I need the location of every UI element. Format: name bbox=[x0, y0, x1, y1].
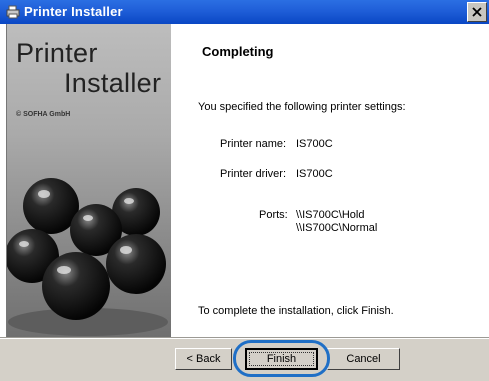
printer-name-value: IS700C bbox=[296, 138, 333, 150]
printer-installer-icon bbox=[6, 5, 20, 19]
finish-highlight-annotation bbox=[233, 340, 330, 377]
window-title: Printer Installer bbox=[24, 4, 123, 19]
branding-panel: Printer Installer © SOFHA GmbH bbox=[6, 24, 171, 337]
title-bar[interactable]: Printer Installer bbox=[0, 0, 489, 24]
page-heading: Completing bbox=[202, 44, 274, 59]
installer-window: Printer Installer Printer Installer © SO… bbox=[0, 0, 489, 381]
port-hold: \\IS700C\Hold bbox=[296, 209, 365, 221]
cancel-button[interactable]: Cancel bbox=[327, 348, 400, 370]
close-button[interactable] bbox=[467, 2, 487, 22]
spheres-illustration bbox=[6, 178, 168, 336]
brand-title-line2: Installer bbox=[64, 68, 162, 98]
intro-text: You specified the following printer sett… bbox=[198, 101, 406, 113]
completion-instruction: To complete the installation, click Fini… bbox=[198, 305, 394, 317]
printer-name-label: Printer name: bbox=[220, 138, 287, 150]
close-icon bbox=[472, 7, 482, 17]
brand-title-line1: Printer bbox=[16, 38, 98, 68]
printer-driver-label: Printer driver: bbox=[220, 168, 287, 180]
port-normal: \\IS700C\Normal bbox=[296, 222, 378, 234]
ports-label: Ports: bbox=[259, 209, 288, 221]
printer-driver-value: IS700C bbox=[296, 168, 333, 180]
copyright-text: © SOFHA GmbH bbox=[16, 111, 71, 118]
back-button[interactable]: < Back bbox=[175, 348, 232, 370]
